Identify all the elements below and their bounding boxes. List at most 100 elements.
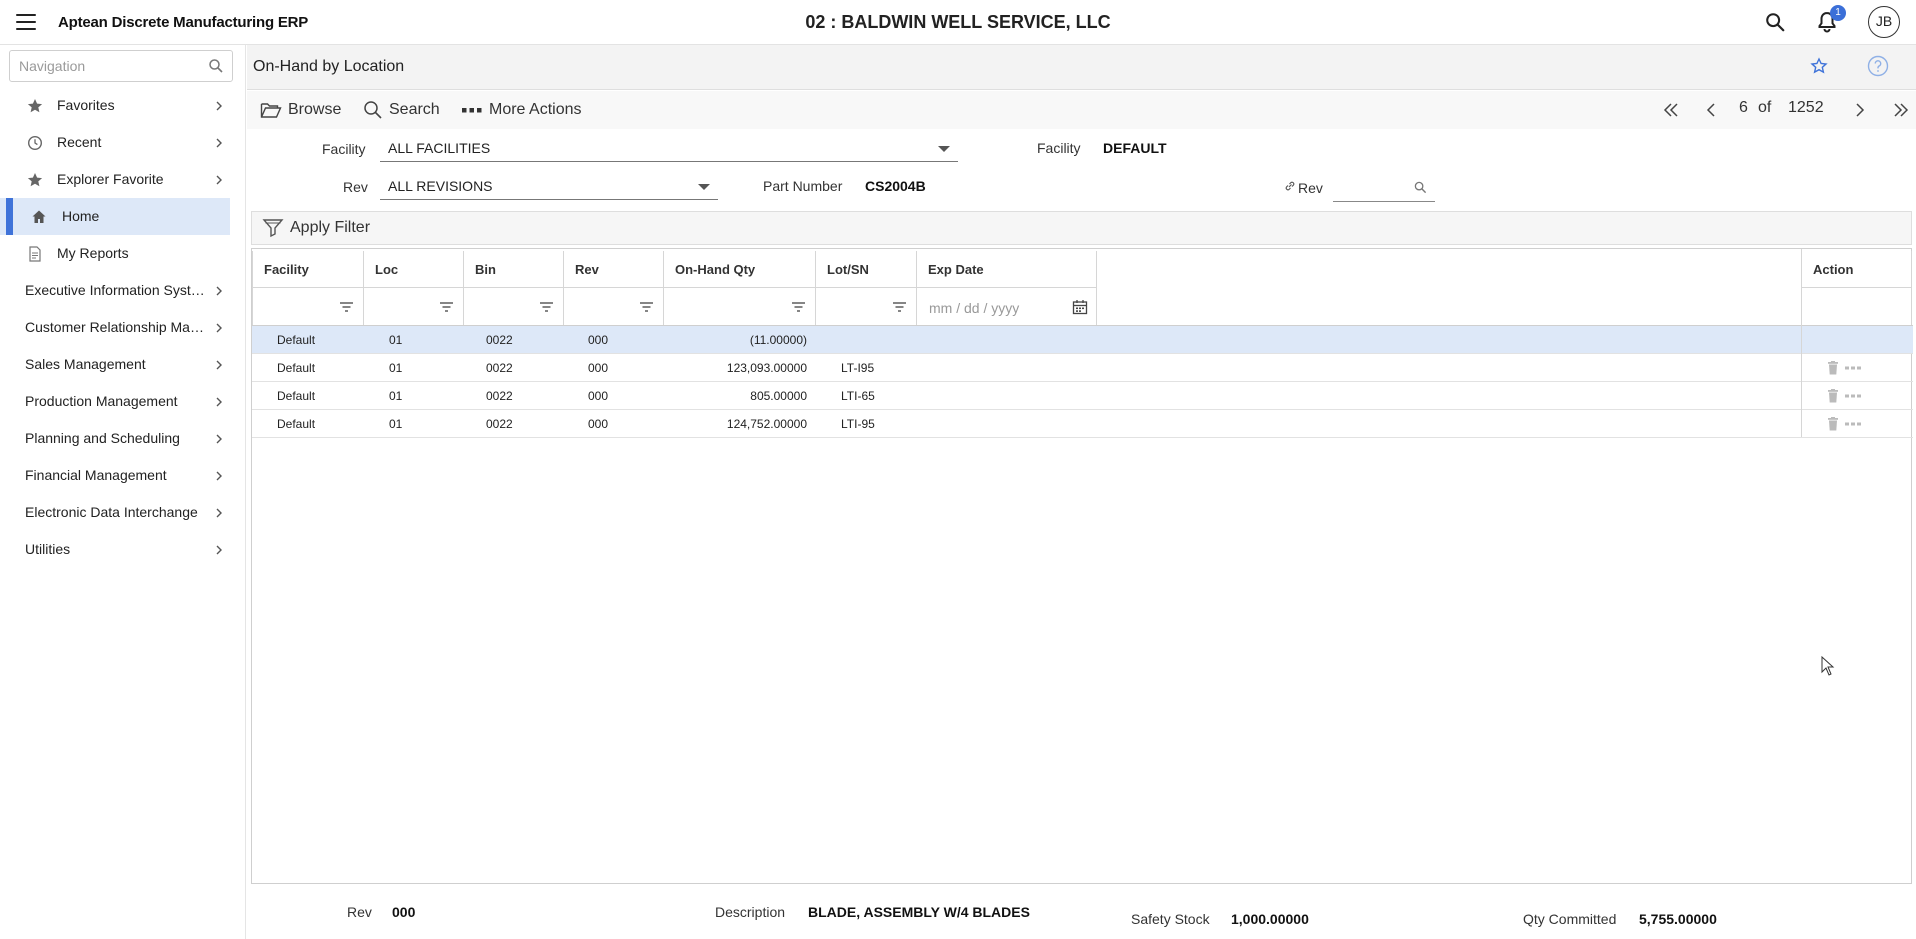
favorite-star-icon[interactable] bbox=[1810, 57, 1828, 75]
trash-icon[interactable] bbox=[1827, 389, 1839, 403]
more-dots-icon[interactable] bbox=[1845, 393, 1863, 399]
rev-lookup-input[interactable] bbox=[1333, 176, 1413, 200]
user-avatar[interactable]: JB bbox=[1868, 6, 1900, 38]
trash-icon[interactable] bbox=[1827, 361, 1839, 375]
app-title: Aptean Discrete Manufacturing ERP bbox=[58, 14, 309, 31]
footer-rev-value: 000 bbox=[392, 904, 416, 920]
search-button[interactable]: Search bbox=[363, 99, 440, 121]
more-actions-button[interactable]: More Actions bbox=[461, 99, 581, 121]
column-header-label: Loc bbox=[375, 262, 399, 277]
more-dots-icon[interactable] bbox=[1845, 365, 1863, 371]
cell-facility: Default bbox=[277, 361, 316, 375]
sidebar-section-executive-information-system[interactable]: Executive Information System bbox=[0, 272, 230, 309]
column-filter-facility[interactable] bbox=[253, 287, 363, 325]
row-actions bbox=[1827, 389, 1863, 403]
row-actions bbox=[1827, 417, 1863, 431]
column-filter-rev[interactable] bbox=[564, 287, 663, 325]
column-header-label: Bin bbox=[475, 262, 496, 277]
rev-select-value: ALL REVISIONS bbox=[388, 178, 493, 194]
filter-icon bbox=[262, 219, 284, 238]
column-filter-exp-date[interactable]: mm / dd / yyyy bbox=[917, 287, 1096, 325]
sidebar-section-financial-management[interactable]: Financial Management bbox=[0, 457, 230, 494]
cell-lot-sn: LTI-95 bbox=[841, 417, 875, 431]
first-page-icon[interactable] bbox=[1662, 101, 1680, 119]
sidebar-section-utilities[interactable]: Utilities bbox=[0, 531, 230, 568]
sidebar-section-sales-management[interactable]: Sales Management bbox=[0, 346, 230, 383]
cell-rev: 000 bbox=[588, 361, 609, 375]
search-icon bbox=[364, 101, 382, 119]
column-filter-on-hand-qty[interactable] bbox=[664, 287, 815, 325]
notification-badge: 1 bbox=[1830, 5, 1846, 21]
column-header-label: Lot/SN bbox=[827, 262, 869, 277]
sidebar-section-electronic-data-interchange[interactable]: Electronic Data Interchange bbox=[0, 494, 230, 531]
sidebar-item-my-reports[interactable]: My Reports bbox=[0, 235, 230, 272]
filter-lines-icon[interactable] bbox=[440, 302, 453, 313]
chevron-right-icon bbox=[216, 101, 222, 111]
calendar-icon[interactable] bbox=[1072, 299, 1088, 315]
sidebar-section-label: Utilities bbox=[25, 541, 71, 557]
column-filter-lot-sn[interactable] bbox=[816, 287, 916, 325]
sidebar-section-label: Financial Management bbox=[25, 467, 167, 483]
facility-display-label: Facility bbox=[1037, 140, 1081, 156]
facility-select-value: ALL FACILITIES bbox=[388, 140, 491, 156]
sidebar-item-favorites[interactable]: Favorites bbox=[0, 87, 230, 124]
previous-page-icon[interactable] bbox=[1704, 101, 1718, 119]
sidebar-item-home[interactable]: Home bbox=[0, 198, 230, 235]
trash-icon[interactable] bbox=[1827, 417, 1839, 431]
sidebar-section-production-management[interactable]: Production Management bbox=[0, 383, 230, 420]
filter-lines-icon[interactable] bbox=[792, 302, 805, 313]
rev-lookup-field[interactable] bbox=[1333, 176, 1435, 202]
column-header-rev[interactable]: Rev bbox=[563, 251, 664, 325]
rev-lookup-label: Rev bbox=[1298, 180, 1323, 196]
table-row[interactable]: Default 01 0022 000 805.00000 LTI-65 bbox=[252, 382, 1913, 410]
table-row[interactable]: Default 01 0022 000 123,093.00000 LT-I95 bbox=[252, 354, 1913, 382]
browse-button[interactable]: Browse bbox=[260, 99, 341, 121]
filter-lines-icon[interactable] bbox=[640, 302, 653, 313]
sidebar-section-label: Sales Management bbox=[25, 356, 146, 372]
hamburger-menu-icon[interactable] bbox=[16, 14, 36, 30]
column-header-exp-date[interactable]: Exp Date mm / dd / yyyy bbox=[916, 251, 1097, 325]
next-page-icon[interactable] bbox=[1853, 101, 1867, 119]
help-icon[interactable] bbox=[1867, 55, 1889, 77]
column-header-on-hand-qty[interactable]: On-Hand Qty bbox=[663, 251, 816, 325]
dropdown-arrow-icon bbox=[698, 184, 710, 190]
search-icon[interactable] bbox=[208, 58, 224, 74]
date-filter-input[interactable]: mm / dd / yyyy bbox=[929, 300, 1019, 316]
filter-lines-icon[interactable] bbox=[893, 302, 906, 313]
star-icon bbox=[27, 173, 43, 187]
table-row[interactable]: Default 01 0022 000 124,752.00000 LTI-95 bbox=[252, 410, 1913, 438]
pager-current: 6 bbox=[1739, 99, 1748, 116]
search-icon[interactable] bbox=[1414, 181, 1427, 194]
column-header-loc[interactable]: Loc bbox=[363, 251, 464, 325]
column-header-lot-sn[interactable]: Lot/SN bbox=[815, 251, 917, 325]
table-row[interactable]: Default 01 0022 000 (11.00000) bbox=[252, 326, 1913, 354]
more-dots-icon[interactable] bbox=[1845, 421, 1863, 427]
navigation-search-input[interactable] bbox=[10, 51, 190, 81]
pager-of: of bbox=[1758, 99, 1772, 116]
company-name[interactable]: 02 : BALDWIN WELL SERVICE, LLC bbox=[805, 12, 1110, 32]
column-filter-bin[interactable] bbox=[464, 287, 563, 325]
sidebar-item-recent[interactable]: Recent bbox=[0, 124, 230, 161]
more-actions-label: More Actions bbox=[489, 101, 582, 118]
chevron-right-icon bbox=[216, 434, 222, 444]
apply-filter-button[interactable]: Apply Filter bbox=[262, 218, 370, 238]
filter-lines-icon[interactable] bbox=[540, 302, 553, 313]
home-icon bbox=[32, 210, 46, 223]
sidebar-section-customer-relationship-management[interactable]: Customer Relationship Management bbox=[0, 309, 230, 346]
on-hand-grid: Facility Loc Bin Rev On-Hand Qty Lot/SN … bbox=[251, 248, 1913, 884]
footer-qty-committed-label: Qty Committed bbox=[1523, 911, 1617, 927]
facility-select[interactable]: ALL FACILITIES bbox=[380, 134, 958, 162]
last-page-icon[interactable] bbox=[1892, 101, 1910, 119]
column-header-facility[interactable]: Facility bbox=[252, 251, 364, 325]
rev-select[interactable]: ALL REVISIONS bbox=[380, 172, 718, 200]
column-header-action: Action bbox=[1801, 251, 1912, 325]
column-header-bin[interactable]: Bin bbox=[463, 251, 564, 325]
sidebar-section-planning-and-scheduling[interactable]: Planning and Scheduling bbox=[0, 420, 230, 457]
search-icon[interactable] bbox=[1764, 11, 1786, 33]
column-filter-loc[interactable] bbox=[364, 287, 463, 325]
cell-facility: Default bbox=[277, 333, 316, 347]
column-filter-action bbox=[1802, 287, 1911, 325]
sidebar-item-explorer-favorite[interactable]: Explorer Favorite bbox=[0, 161, 230, 198]
facility-label: Facility bbox=[322, 141, 366, 157]
filter-lines-icon[interactable] bbox=[340, 302, 353, 313]
